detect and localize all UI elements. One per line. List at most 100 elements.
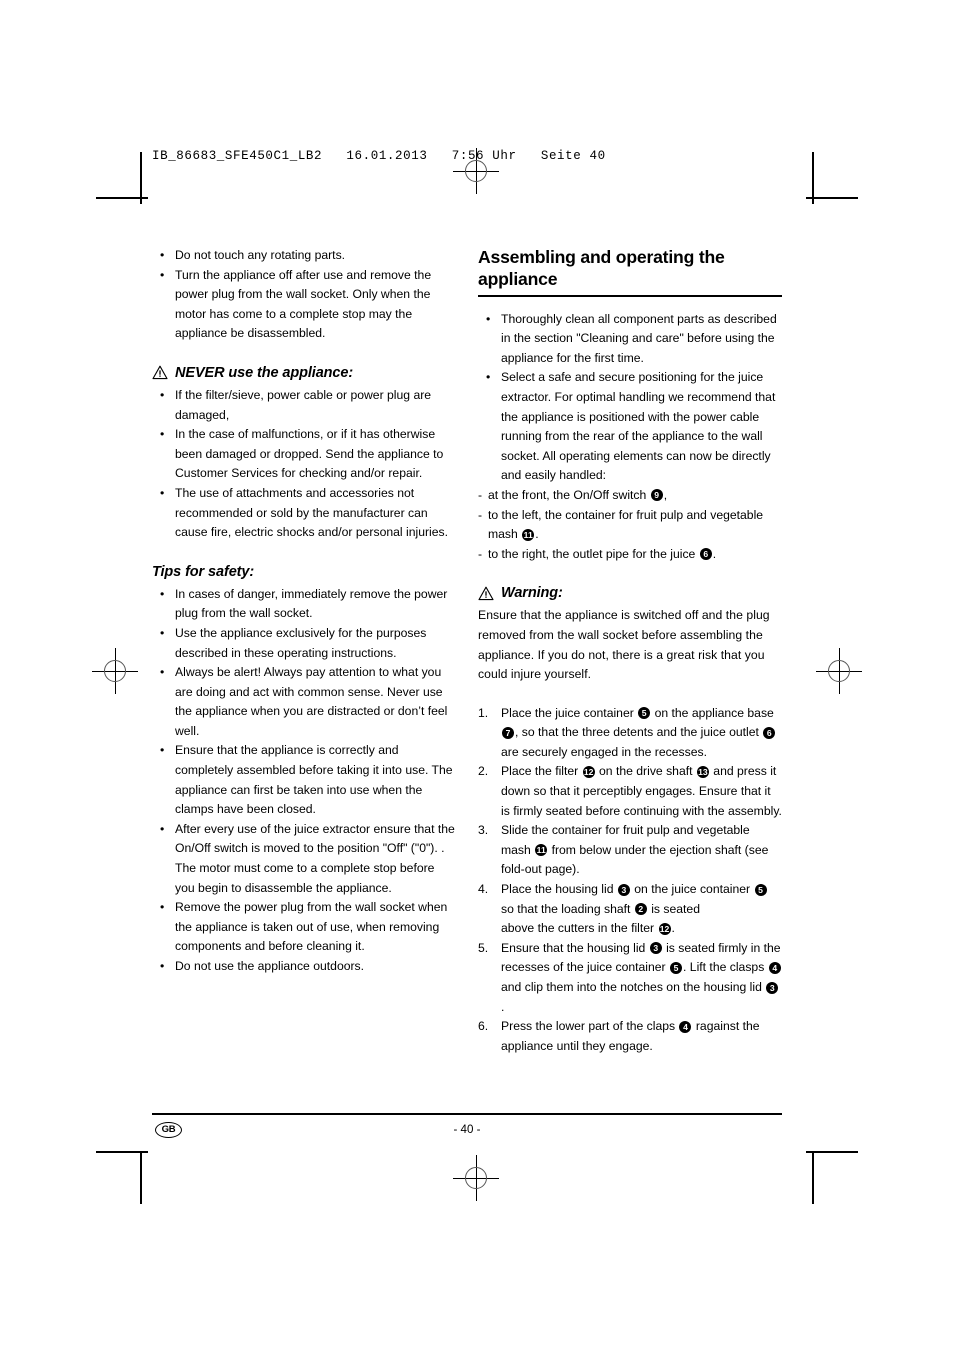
part-reference-badge: 11 [522, 528, 535, 541]
list-item-text: Remove the power plug from the wall sock… [175, 900, 448, 954]
bullet-glyph: • [160, 625, 165, 640]
part-reference-badge: 7 [502, 726, 514, 739]
bullet-glyph: • [160, 821, 165, 836]
operating-elements-list: - at the front, the On/Off switch 9, - to t… [478, 486, 782, 564]
warning-heading: Warning: [478, 583, 782, 603]
list-item: • Do not touch any rotating parts. [152, 246, 456, 266]
list-item: - to the right, the outlet pipe for the j… [478, 545, 782, 565]
warning-text: Ensure that the appliance is switched of… [478, 608, 770, 682]
list-item: • Do not use the appliance outdoors. [152, 957, 456, 977]
registration-mark-left [92, 648, 138, 694]
list-item-text: In the case of malfunctions, or if it ha… [175, 427, 444, 481]
list-item-text: Use the appliance exclusively for the pu… [175, 625, 427, 660]
list-item-text: If the filter/sieve, power cable or powe… [175, 387, 432, 422]
crop-mark-bottom-left-vertical [140, 1152, 142, 1204]
step-text: Place the juice container 5 on the appli… [501, 705, 776, 759]
part-reference-badge: 5 [638, 707, 651, 720]
list-item-text: Always be alert! Always pay attention to… [175, 665, 448, 738]
bullet-glyph: • [486, 370, 491, 385]
list-item-text: Thoroughly clean all component parts as … [501, 311, 777, 365]
assembly-steps-list: 1. Place the juice container 5 on the app… [478, 704, 782, 1057]
list-item-text: After every use of the juice extractor e… [175, 821, 455, 895]
warning-triangle-icon [478, 586, 494, 601]
bullet-glyph: • [160, 387, 165, 402]
tips-for-safety-heading-label: Tips for safety: [152, 563, 255, 580]
list-item-text: The use of attachments and accessories n… [175, 485, 448, 540]
list-item: • Always be alert! Always pay attention t… [152, 663, 456, 741]
step-number: 6. [478, 1019, 489, 1034]
list-item-text: Do not touch any rotating parts. [175, 248, 346, 262]
list-item-text: Do not use the appliance outdoors. [175, 959, 365, 973]
list-item: • In cases of danger, immediately remove … [152, 585, 456, 624]
list-item-text: Turn the appliance off after use and rem… [175, 267, 432, 341]
section-heading-rule [478, 295, 782, 297]
part-reference-badge: 5 [754, 883, 767, 896]
step-text: Slide the container for fruit pulp and v… [501, 823, 769, 877]
left-column: • Do not touch any rotating parts. • Turn t… [152, 246, 456, 977]
right-column: Assembling and operating the appliance •… [478, 246, 782, 1056]
bullet-glyph: • [160, 586, 165, 601]
list-item: • If the filter/sieve, power cable or pow… [152, 386, 456, 425]
bullet-glyph: • [160, 267, 165, 282]
bullet-glyph: • [160, 900, 165, 915]
assembly-step: 3. Slide the container for fruit pulp and… [478, 821, 782, 880]
step-number: 4. [478, 882, 489, 897]
crop-mark-bottom-right-horizontal [806, 1151, 858, 1153]
crop-mark-top-left-horizontal [96, 197, 148, 199]
part-reference-badge: 6 [699, 548, 712, 561]
list-item-text: at the front, the On/Off switch 9, [488, 487, 668, 502]
part-reference-badge: 12 [658, 922, 671, 935]
bullet-glyph: • [160, 485, 165, 500]
part-reference-badge: 9 [650, 489, 663, 502]
list-item-text: In cases of danger, immediately remove t… [175, 586, 448, 621]
tips-for-safety-heading: Tips for safety: [152, 562, 456, 582]
list-item: • In the case of malfunctions, or if it h… [152, 425, 456, 484]
assembly-step: 1. Place the juice container 5 on the app… [478, 704, 782, 763]
part-reference-badge: 3 [649, 942, 662, 955]
list-item: • Ensure that the appliance is correctly … [152, 741, 456, 819]
step-number: 5. [478, 940, 489, 955]
list-item-text: Ensure that the appliance is correctly a… [175, 743, 453, 817]
list-item-text: Select a safe and secure positioning for… [501, 370, 776, 483]
step-number: 1. [478, 705, 489, 720]
step-number: 3. [478, 823, 489, 838]
part-reference-badge: 5 [670, 961, 683, 974]
registration-mark-bottom [453, 1155, 499, 1201]
dash-glyph: - [478, 546, 483, 561]
never-use-heading-label: NEVER use the appliance: [175, 364, 354, 381]
list-item: • Use the appliance exclusively for the p… [152, 624, 456, 663]
crop-mark-top-right-horizontal [806, 197, 858, 199]
page-title: Assembling and operating the appliance [478, 247, 725, 289]
list-item: • Select a safe and secure positioning f… [478, 368, 782, 486]
imposition-slug: IB_86683_SFE450C1_LB2 16.01.2013 7:56 Uh… [152, 149, 606, 163]
step-text: Place the filter 12 on the drive shaft 1… [501, 764, 782, 818]
crop-mark-bottom-right-vertical [812, 1152, 814, 1204]
bullet-glyph: • [160, 665, 165, 680]
never-use-bullet-list: • If the filter/sieve, power cable or pow… [152, 386, 456, 543]
part-reference-badge: 12 [582, 765, 595, 778]
list-item: • Turn the appliance off after use and re… [152, 266, 456, 344]
part-reference-badge: 3 [617, 883, 630, 896]
assembly-step: 5. Ensure that the housing lid 3 is seate… [478, 939, 782, 1017]
warning-triangle-icon [152, 365, 168, 380]
list-item: - to the left, the container for fruit pu… [478, 506, 782, 545]
bullet-glyph: • [160, 427, 165, 442]
list-item: • After every use of the juice extractor … [152, 820, 456, 898]
assembly-step: 6. Press the lower part of the claps 4 ra… [478, 1017, 782, 1056]
list-item-text: to the left, the container for fruit pul… [488, 507, 764, 542]
never-use-heading: NEVER use the appliance: [152, 363, 456, 383]
bullet-glyph: • [486, 311, 491, 326]
list-item: - at the front, the On/Off switch 9, [478, 486, 782, 506]
assembly-step: 4. Place the housing lid 3 on the juice c… [478, 880, 782, 939]
bullet-glyph: • [160, 959, 165, 973]
registration-mark-right [816, 648, 862, 694]
step-text: Ensure that the housing lid 3 is seated … [501, 940, 781, 1014]
page-content: • Do not touch any rotating parts. • Turn t… [152, 246, 782, 1056]
dash-glyph: - [478, 487, 483, 502]
list-item: • Remove the power plug from the wall soc… [152, 898, 456, 957]
dash-glyph: - [478, 507, 483, 522]
step-text: Press the lower part of the claps 4 raga… [501, 1019, 760, 1053]
part-reference-badge: 3 [766, 981, 779, 994]
list-item: • Thoroughly clean all component parts as… [478, 310, 782, 369]
step-text: Place the housing lid 3 on the juice con… [501, 882, 768, 935]
